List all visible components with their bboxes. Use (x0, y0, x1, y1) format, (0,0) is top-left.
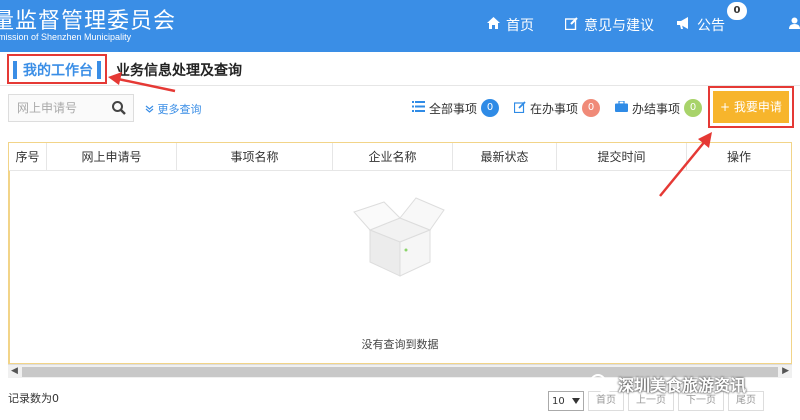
watermark: 深圳美食旅游资讯 (588, 366, 800, 402)
table-header: 序号 网上申请号 事项名称 企业名称 最新状态 提交时间 操作 (9, 143, 791, 171)
tab-accent-left (13, 61, 17, 79)
empty-state-text: 没有查询到数据 (361, 338, 439, 351)
search-input[interactable] (9, 95, 109, 121)
filter-done-count: 0 (684, 99, 703, 117)
col-index: 序号 (9, 143, 47, 171)
page-size-value: 10 (552, 395, 565, 407)
filter-all-count: 0 (481, 99, 500, 117)
nav-notice[interactable]: 公告 (676, 15, 725, 35)
megaphone-icon (676, 16, 691, 34)
edit-icon (564, 16, 578, 34)
col-actions: 操作 (726, 150, 751, 164)
tab-bar: 我的工作台 业务信息处理及查询 (0, 52, 800, 86)
tab-workbench-label: 我的工作台 (23, 63, 93, 79)
scroll-left-icon[interactable]: ◀ (11, 366, 18, 376)
more-query-link[interactable]: 更多查询 (145, 101, 202, 117)
tab-business[interactable]: 业务信息处理及查询 (116, 60, 242, 80)
user-icon (789, 17, 800, 33)
apply-button[interactable]: + 我要申请 (713, 91, 789, 123)
tab-accent-right (97, 61, 101, 79)
site-title: 量监督管理委员会 (0, 9, 177, 34)
nav-notice-label: 公告 (697, 18, 725, 34)
empty-box-illustration (340, 190, 460, 280)
filter-done[interactable]: 办结事项 0 (615, 98, 703, 118)
filter-done-label: 办结事项 (632, 101, 681, 116)
nav-feedback-label: 意见与建议 (584, 18, 654, 34)
apply-highlight-box: + 我要申请 (708, 86, 794, 128)
col-status: 最新状态 (453, 143, 557, 171)
filter-all[interactable]: 全部事项 0 (412, 98, 500, 118)
chevron-down-icon (145, 103, 158, 116)
filter-doing-count: 0 (582, 99, 601, 117)
chevron-down-icon (572, 396, 580, 407)
watermark-text: 深圳美食旅游资讯 (618, 376, 747, 395)
plus-icon: + (720, 100, 734, 114)
user-menu[interactable] (789, 15, 800, 35)
more-query-label: 更多查询 (157, 103, 202, 116)
apply-button-label: 我要申请 (733, 100, 782, 114)
site-subtitle: mission of Shenzhen Municipality (0, 32, 132, 42)
record-count: 记录数为0 (8, 392, 59, 405)
tab-workbench[interactable]: 我的工作台 (7, 54, 107, 84)
col-item-name: 事项名称 (177, 143, 333, 171)
list-icon (412, 101, 425, 115)
nav-feedback[interactable]: 意见与建议 (564, 15, 654, 35)
filter-all-label: 全部事项 (429, 101, 478, 116)
notice-count-badge: 0 (727, 2, 747, 20)
col-application-no: 网上申请号 (47, 143, 177, 171)
col-company-name: 企业名称 (333, 143, 453, 171)
home-icon (487, 17, 500, 33)
page-size-select[interactable]: 10 (548, 391, 584, 411)
edit-icon (513, 100, 526, 116)
filter-doing-label: 在办事项 (530, 101, 579, 116)
nav-home[interactable]: 首页 (487, 15, 534, 35)
nav-home-label: 首页 (506, 18, 534, 34)
wechat-icon (588, 371, 614, 397)
top-header: 量监督管理委员会 mission of Shenzhen Municipalit… (0, 0, 800, 52)
search-icon[interactable] (111, 100, 127, 116)
filter-doing[interactable]: 在办事项 0 (513, 98, 601, 118)
search-box (8, 94, 134, 122)
col-submit-time: 提交时间 (557, 143, 687, 171)
briefcase-icon (615, 100, 628, 115)
